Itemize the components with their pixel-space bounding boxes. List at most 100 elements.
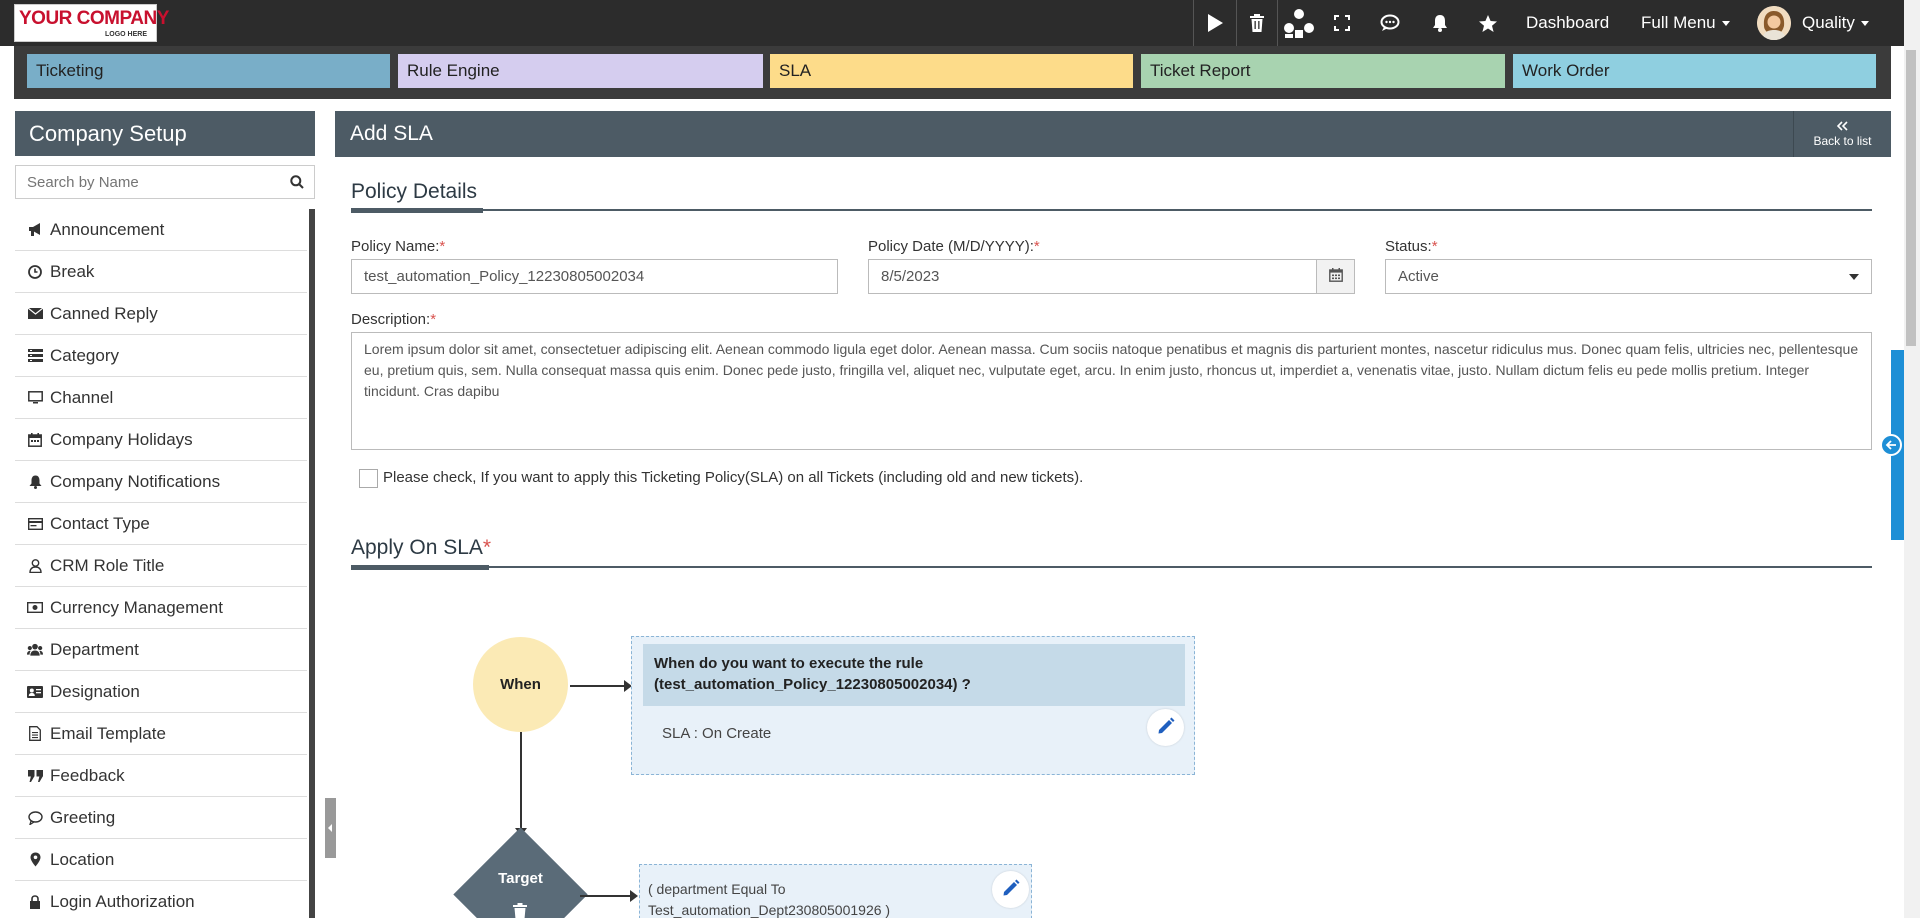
- dashboard-link[interactable]: Dashboard: [1526, 0, 1609, 46]
- status-select[interactable]: Active: [1385, 259, 1872, 294]
- document-icon: [27, 726, 43, 742]
- sidebar-item-feedback[interactable]: Feedback: [15, 755, 307, 797]
- full-menu-dropdown[interactable]: Full Menu: [1641, 0, 1730, 46]
- sidebar-item-label: Greeting: [50, 807, 116, 827]
- full-menu-label: Full Menu: [1641, 13, 1716, 32]
- pencil-icon: [1002, 879, 1020, 901]
- required-mark: *: [430, 311, 437, 328]
- sidebar-item-break[interactable]: Break: [15, 251, 307, 293]
- play-icon[interactable]: [1195, 0, 1235, 46]
- tab-ticket-report[interactable]: Ticket Report: [1141, 54, 1505, 88]
- when-value: SLA : On Create: [662, 725, 772, 742]
- back-to-list-button[interactable]: Back to list: [1793, 111, 1891, 157]
- envelope-icon: [27, 306, 43, 322]
- calendar-button[interactable]: [1316, 259, 1355, 294]
- chevron-down-icon: [1849, 274, 1859, 280]
- tab-ticketing[interactable]: Ticketing: [27, 54, 390, 88]
- pencil-icon: [1157, 717, 1175, 739]
- sidebar-list: Announcement Break Canned Reply Category…: [15, 209, 307, 918]
- trash-icon[interactable]: [1238, 0, 1276, 46]
- sidebar-item-designation[interactable]: Designation: [15, 671, 307, 713]
- double-chevron-left-icon: [1794, 120, 1891, 134]
- sidebar-item-label: Feedback: [50, 765, 125, 785]
- page-scrollbar-thumb[interactable]: [1906, 50, 1916, 346]
- target-label: Target: [498, 870, 543, 887]
- users-hierarchy-icon[interactable]: [1280, 0, 1318, 46]
- description-textarea[interactable]: Lorem ipsum dolor sit amet, consectetuer…: [351, 332, 1872, 450]
- sidebar-item-currency-management[interactable]: Currency Management: [15, 587, 307, 629]
- sidebar-item-canned-reply[interactable]: Canned Reply: [15, 293, 307, 335]
- search-input[interactable]: [16, 166, 276, 198]
- lock-icon: [27, 894, 43, 910]
- sidebar-item-greeting[interactable]: Greeting: [15, 797, 307, 839]
- status-selected-value: Active: [1398, 268, 1439, 285]
- apply-all-checkbox[interactable]: [359, 469, 378, 488]
- chat-icon[interactable]: [1370, 0, 1410, 46]
- delete-target-icon[interactable]: [512, 903, 528, 918]
- policy-details-heading: Policy Details: [351, 180, 478, 203]
- policy-date-label: Policy Date (M/D/YYYY):*: [868, 238, 1040, 255]
- apply-on-sla-heading-text: Apply On SLA: [351, 536, 483, 559]
- sidebar-item-channel[interactable]: Channel: [15, 377, 307, 419]
- sidebar-item-announcement[interactable]: Announcement: [15, 209, 307, 251]
- policy-name-input[interactable]: [364, 260, 837, 293]
- target-condition-box: ( department Equal To Test_automation_De…: [639, 864, 1032, 918]
- users-icon: [27, 642, 43, 658]
- sidebar-item-label: Category: [50, 345, 119, 365]
- card-icon: [27, 516, 43, 532]
- logo-sub-text: LOGO HERE: [105, 31, 148, 38]
- policy-date-input[interactable]: [881, 260, 1316, 293]
- sidebar-item-label: Canned Reply: [50, 303, 158, 323]
- sidebar-item-location[interactable]: Location: [15, 839, 307, 881]
- tab-work-order[interactable]: Work Order: [1513, 54, 1876, 88]
- policy-date-field: [868, 259, 1317, 294]
- edit-target-button[interactable]: [992, 871, 1029, 908]
- bell-icon[interactable]: [1420, 0, 1460, 46]
- status-label: Status:*: [1385, 238, 1438, 255]
- required-mark: *: [482, 536, 492, 559]
- required-mark: *: [439, 238, 446, 255]
- required-mark: *: [1431, 238, 1438, 255]
- sidebar-item-category[interactable]: Category: [15, 335, 307, 377]
- sidebar-item-contact-type[interactable]: Contact Type: [15, 503, 307, 545]
- sidebar-item-email-template[interactable]: Email Template: [15, 713, 307, 755]
- toolbar-separator: [1236, 0, 1237, 46]
- tab-rule-engine[interactable]: Rule Engine: [398, 54, 763, 88]
- megaphone-icon: [27, 222, 43, 238]
- when-rule-box: When do you want to execute the rule (te…: [631, 636, 1195, 775]
- sidebar-item-label: Currency Management: [50, 597, 223, 617]
- logo-main-text: YOUR COMPANY: [19, 8, 169, 29]
- sidebar-item-label: Designation: [50, 681, 140, 701]
- sidebar-item-label: Break: [50, 261, 95, 281]
- avatar[interactable]: [1757, 6, 1791, 40]
- user-name: Quality: [1802, 13, 1855, 32]
- back-to-list-label: Back to list: [1813, 134, 1872, 148]
- chevron-down-icon: [1860, 21, 1869, 27]
- money-icon: [27, 600, 43, 616]
- target-condition-line2: Test_automation_Dept230805001926 ): [648, 902, 891, 918]
- sidebar-item-label: Department: [50, 639, 139, 659]
- edit-when-button[interactable]: [1147, 709, 1184, 746]
- divider: [351, 209, 1872, 211]
- user-icon: [27, 558, 43, 574]
- sidebar-scrollbar[interactable]: [309, 209, 315, 918]
- user-menu-dropdown[interactable]: Quality: [1802, 0, 1869, 46]
- search-icon[interactable]: [290, 174, 304, 193]
- sidebar-collapse-handle[interactable]: [325, 798, 336, 858]
- sidebar-item-department[interactable]: Department: [15, 629, 307, 671]
- id-card-icon: [27, 684, 43, 700]
- sidebar-item-company-holidays[interactable]: Company Holidays: [15, 419, 307, 461]
- sidebar-item-company-notifications[interactable]: Company Notifications: [15, 461, 307, 503]
- fullscreen-icon[interactable]: [1322, 0, 1362, 46]
- company-logo[interactable]: YOUR COMPANY LOGO HERE: [14, 4, 169, 42]
- sidebar-item-label: Company Notifications: [50, 471, 221, 491]
- sidebar-item-crm-role-title[interactable]: CRM Role Title: [15, 545, 307, 587]
- when-node: When: [473, 637, 568, 732]
- sidebar-item-login-authorization[interactable]: Login Authorization: [15, 881, 307, 918]
- sidebar-item-label: Email Template: [50, 723, 166, 743]
- top-navbar: [0, 0, 1904, 46]
- tab-sla[interactable]: SLA: [770, 54, 1133, 88]
- required-mark: *: [1033, 238, 1040, 255]
- star-icon[interactable]: [1468, 0, 1508, 46]
- side-panel-toggle[interactable]: [1880, 434, 1902, 456]
